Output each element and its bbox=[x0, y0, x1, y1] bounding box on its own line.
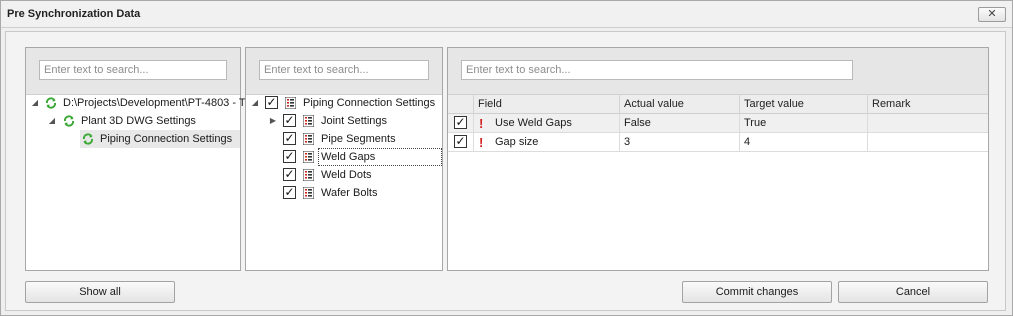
tree-node-piping-connection-settings[interactable]: ◢ ✓ Piping Connection Settings bbox=[246, 94, 442, 112]
middle-panel-header: Enter text to search... bbox=[246, 48, 442, 95]
grid-header: Field Actual value Target value Remark bbox=[448, 95, 988, 114]
column-header-target-value[interactable]: Target value bbox=[740, 95, 868, 114]
left-search-input[interactable]: Enter text to search... bbox=[39, 60, 227, 80]
chevron-down-icon[interactable]: ◢ bbox=[47, 112, 57, 130]
actual-value-cell[interactable]: 3 bbox=[620, 133, 740, 152]
row-select-cell[interactable]: ✓ bbox=[448, 114, 474, 133]
tree-node-label: Pipe Segments bbox=[321, 133, 396, 145]
sync-icon bbox=[45, 97, 57, 109]
tree-node-plant3d-settings[interactable]: ◢ Plant 3D DWG Settings bbox=[26, 112, 240, 130]
tree-node-wafer-bolts[interactable]: ✓ Wafer Bolts bbox=[246, 184, 442, 202]
target-value-cell[interactable]: 4 bbox=[740, 133, 868, 152]
tree-node-project[interactable]: ◢ D:\Projects\Development\PT-4803 - T bbox=[26, 94, 246, 112]
tree-node-weld-gaps[interactable]: ✓ Weld Gaps bbox=[246, 148, 442, 166]
checkbox[interactable]: ✓ bbox=[283, 114, 296, 127]
table-row[interactable]: ✓ ! Use Weld Gaps False True bbox=[448, 114, 988, 133]
right-search-input[interactable]: Enter text to search... bbox=[461, 60, 853, 80]
column-header-field[interactable]: Field bbox=[474, 95, 620, 114]
column-header-select[interactable] bbox=[448, 95, 474, 114]
field-name: Gap size bbox=[495, 136, 539, 148]
sync-icon bbox=[82, 133, 94, 145]
close-button[interactable]: ✕ bbox=[978, 7, 1006, 22]
settings-list-icon bbox=[303, 169, 314, 181]
warning-icon: ! bbox=[479, 116, 484, 131]
window-title: Pre Synchronization Data bbox=[7, 8, 141, 20]
row-select-cell[interactable]: ✓ bbox=[448, 133, 474, 152]
target-value-cell[interactable]: True bbox=[740, 114, 868, 133]
tree-node-label: Piping Connection Settings bbox=[303, 97, 436, 109]
settings-list-icon bbox=[303, 151, 314, 163]
tree-node-weld-dots[interactable]: ✓ Weld Dots bbox=[246, 166, 442, 184]
field-cell[interactable]: ! Gap size bbox=[474, 133, 620, 152]
checkbox[interactable]: ✓ bbox=[283, 186, 296, 199]
tree-node-label: Wafer Bolts bbox=[321, 187, 378, 199]
chevron-right-icon[interactable]: ▶ bbox=[268, 112, 278, 130]
tree-node-pipe-segments[interactable]: ✓ Pipe Segments bbox=[246, 130, 442, 148]
middle-search-input[interactable]: Enter text to search... bbox=[259, 60, 429, 80]
left-panel-header: Enter text to search... bbox=[26, 48, 240, 95]
tree-node-piping-connection-settings[interactable]: Piping Connection Settings bbox=[80, 130, 240, 148]
field-name: Use Weld Gaps bbox=[495, 117, 572, 129]
checkbox[interactable]: ✓ bbox=[454, 116, 467, 129]
title-bar: Pre Synchronization Data ✕ bbox=[1, 1, 1012, 28]
column-header-remark[interactable]: Remark bbox=[868, 95, 988, 114]
tree-node-label: Weld Gaps bbox=[318, 148, 442, 166]
tree-node-label: Joint Settings bbox=[321, 115, 388, 127]
commit-changes-button[interactable]: Commit changes bbox=[682, 281, 832, 303]
checkbox[interactable]: ✓ bbox=[283, 168, 296, 181]
chevron-down-icon[interactable]: ◢ bbox=[30, 94, 40, 112]
remark-cell[interactable] bbox=[868, 114, 988, 133]
chevron-down-icon[interactable]: ◢ bbox=[250, 94, 260, 112]
remark-cell[interactable] bbox=[868, 133, 988, 152]
settings-list-icon bbox=[285, 97, 296, 109]
tree-node-joint-settings[interactable]: ▶ ✓ Joint Settings bbox=[246, 112, 442, 130]
middle-tree-panel: Enter text to search... ◢ ✓ Piping Conne… bbox=[245, 47, 443, 271]
checkbox[interactable]: ✓ bbox=[283, 150, 296, 163]
sync-icon bbox=[63, 115, 75, 127]
checkbox[interactable]: ✓ bbox=[265, 96, 278, 109]
settings-list-icon bbox=[303, 115, 314, 127]
actual-value-cell[interactable]: False bbox=[620, 114, 740, 133]
tree-node-label: D:\Projects\Development\PT-4803 - T bbox=[63, 97, 246, 109]
settings-list-icon bbox=[303, 133, 314, 145]
tree-node-label: Piping Connection Settings bbox=[100, 133, 233, 145]
tree-node-label: Plant 3D DWG Settings bbox=[81, 115, 196, 127]
warning-icon: ! bbox=[479, 135, 484, 150]
left-tree-panel: Enter text to search... ◢ D:\Projects\De… bbox=[25, 47, 246, 271]
tree-node-label: Weld Dots bbox=[321, 169, 372, 181]
settings-list-icon bbox=[303, 187, 314, 199]
right-grid-panel: Enter text to search... Field Actual val… bbox=[447, 47, 989, 271]
field-cell[interactable]: ! Use Weld Gaps bbox=[474, 114, 620, 133]
show-all-button[interactable]: Show all bbox=[25, 281, 175, 303]
column-header-actual-value[interactable]: Actual value bbox=[620, 95, 740, 114]
checkbox[interactable]: ✓ bbox=[283, 132, 296, 145]
cancel-button[interactable]: Cancel bbox=[838, 281, 988, 303]
checkbox[interactable]: ✓ bbox=[454, 135, 467, 148]
table-row[interactable]: ✓ ! Gap size 3 4 bbox=[448, 133, 988, 152]
right-panel-header: Enter text to search... bbox=[448, 48, 988, 95]
